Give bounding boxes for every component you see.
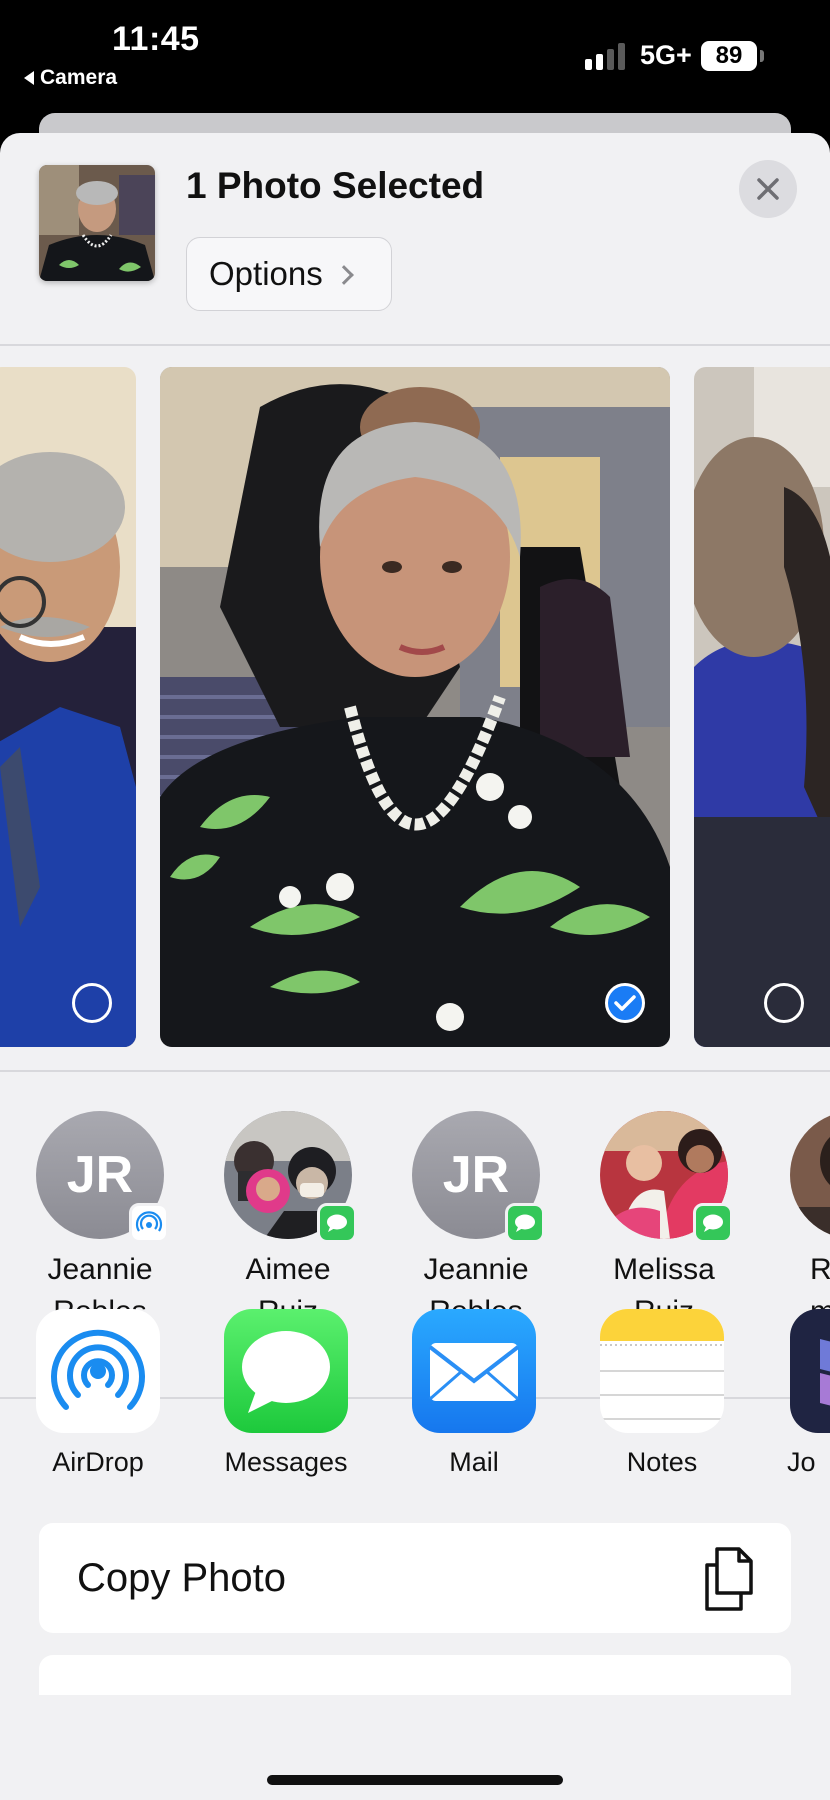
copy-photo-action[interactable]: Copy Photo — [39, 1523, 791, 1633]
selected-photo-thumbnail — [39, 165, 155, 281]
messages-badge-icon — [505, 1203, 545, 1243]
copy-photo-label: Copy Photo — [77, 1555, 287, 1600]
app-label: AirDrop — [52, 1447, 144, 1477]
copy-icon — [705, 1547, 753, 1611]
contact-suggestion[interactable]: JR Jeannie Robles — [25, 1111, 175, 1333]
options-label: Options — [209, 255, 323, 292]
contact-suggestion[interactable]: Melissa Ruiz — [589, 1111, 739, 1333]
home-indicator[interactable] — [267, 1775, 563, 1785]
sheet-title: 1 Photo Selected — [186, 165, 485, 206]
checkmark-icon — [614, 995, 636, 1011]
app-notes[interactable]: Notes — [587, 1309, 737, 1478]
cellular-signal-icon — [585, 42, 625, 70]
back-label: Camera — [40, 66, 118, 89]
status-time: 11:45 — [112, 20, 200, 58]
battery-tip — [760, 50, 764, 62]
messages-badge-icon — [693, 1203, 733, 1243]
app-label: Mail — [449, 1447, 499, 1477]
messages-badge-icon — [317, 1203, 357, 1243]
airdrop-icon — [36, 1309, 160, 1433]
contact-suggestion[interactable]: JR Jeannie Robles — [401, 1111, 551, 1333]
network-type: 5G+ — [640, 40, 692, 70]
app-label: Notes — [626, 1447, 698, 1477]
app-label: Messages — [224, 1447, 348, 1477]
battery-indicator: 89 — [701, 41, 757, 71]
share-sheet: 1 Photo Selected Options JR Jeannie Aime… — [0, 133, 830, 1800]
chevron-right-icon — [333, 265, 354, 285]
options-button[interactable]: Options — [186, 237, 392, 311]
back-arrow-icon — [24, 71, 34, 85]
close-icon — [757, 178, 779, 200]
close-button[interactable] — [739, 160, 797, 218]
photo-card-previous[interactable] — [0, 367, 136, 1047]
airdrop-badge-icon — [129, 1203, 169, 1243]
photos-divider — [0, 1070, 830, 1072]
mail-icon — [412, 1309, 536, 1433]
app-messages[interactable]: Messages — [211, 1309, 361, 1478]
contact-suggestion[interactable]: Aimee Ruiz — [213, 1111, 363, 1333]
photo-select-circle[interactable] — [764, 983, 804, 1023]
contact-avatar — [790, 1111, 830, 1239]
app-airdrop[interactable]: AirDrop — [23, 1309, 173, 1478]
app-shortcut[interactable]: Jo — [775, 1309, 830, 1478]
shortcut-app-icon — [790, 1309, 830, 1433]
back-to-camera-link[interactable]: Camera — [24, 66, 117, 90]
app-mail[interactable]: Mail — [399, 1309, 549, 1478]
photo-card-current[interactable] — [160, 367, 670, 1047]
notes-icon — [600, 1309, 724, 1433]
photo-select-circle[interactable] — [72, 983, 112, 1023]
header-divider — [0, 344, 830, 346]
photo-selected-check[interactable] — [605, 983, 645, 1023]
next-action-row[interactable] — [39, 1655, 791, 1695]
photo-card-next[interactable] — [694, 367, 830, 1047]
app-label: Jo — [787, 1447, 816, 1477]
status-bar: 11:45 Camera 5G+ 89 — [0, 0, 830, 115]
messages-icon — [224, 1309, 348, 1433]
